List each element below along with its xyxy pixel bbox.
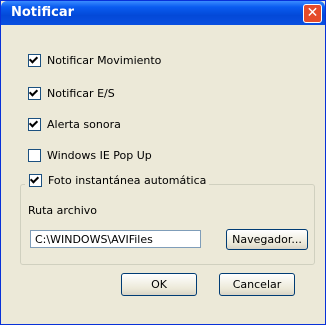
title-bar[interactable]: Notificar ✕ bbox=[1, 1, 325, 25]
file-path-label: Ruta archivo bbox=[28, 204, 98, 217]
close-button[interactable]: ✕ bbox=[303, 4, 322, 23]
snapshot-group bbox=[20, 184, 315, 265]
option-label: Notificar Movimiento bbox=[47, 54, 162, 67]
ok-button[interactable]: OK bbox=[121, 273, 197, 296]
dialog-title: Notificar bbox=[11, 5, 75, 20]
option-label: Foto instantánea automática bbox=[48, 174, 207, 187]
option-ie-popup[interactable]: Windows IE Pop Up bbox=[28, 149, 152, 162]
option-notify-io[interactable]: Notificar E/S bbox=[28, 87, 115, 100]
notify-dialog: Notificar ✕ Notificar Movimiento Notific… bbox=[0, 0, 326, 325]
checkbox[interactable] bbox=[28, 118, 41, 131]
checkbox[interactable] bbox=[28, 87, 41, 100]
cancel-button[interactable]: Cancelar bbox=[219, 273, 295, 296]
option-label: Alerta sonora bbox=[47, 118, 121, 131]
file-path-input[interactable]: C:\WINDOWS\AVIFiles bbox=[30, 230, 201, 248]
option-label: Windows IE Pop Up bbox=[47, 149, 152, 162]
close-icon: ✕ bbox=[306, 5, 319, 21]
option-auto-snapshot[interactable]: Foto instantánea automática bbox=[25, 174, 210, 187]
checkbox[interactable] bbox=[29, 174, 42, 187]
checkbox[interactable] bbox=[28, 149, 41, 162]
option-label: Notificar E/S bbox=[47, 87, 115, 100]
browse-button[interactable]: Navegador... bbox=[226, 229, 308, 250]
option-notify-motion[interactable]: Notificar Movimiento bbox=[28, 54, 161, 67]
option-sound-alert[interactable]: Alerta sonora bbox=[28, 118, 121, 131]
checkbox[interactable] bbox=[28, 54, 41, 67]
